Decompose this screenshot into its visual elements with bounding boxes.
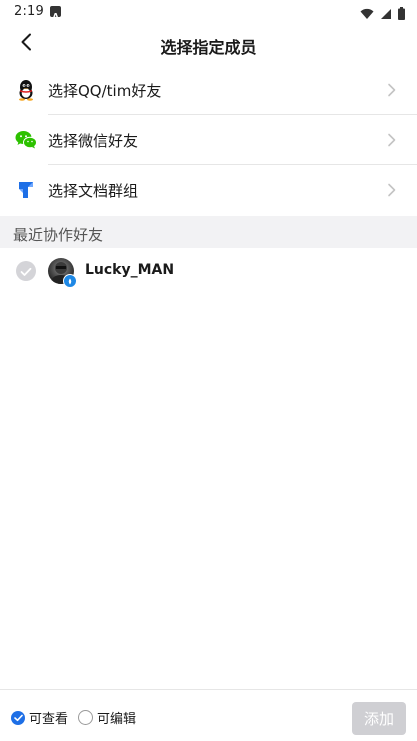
bottom-bar: 可查看 可编辑 添加 [0, 689, 417, 741]
section-title: 最近协作好友 [13, 226, 104, 244]
option-wechat-label: 选择微信好友 [48, 132, 139, 150]
wifi-icon [360, 5, 374, 24]
docs-group-icon [15, 179, 37, 201]
recent-collaborators-header: 最近协作好友 [0, 216, 417, 248]
status-time: 2:19 [14, 4, 44, 19]
unchecked-radio-icon [78, 710, 93, 725]
screen: 2:19 A 选择指定成员 选择QQ/tim好友 选择微信好友 选择文档群组 最… [0, 0, 417, 741]
add-button[interactable]: 添加 [352, 702, 406, 735]
member-source-options: 选择QQ/tim好友 选择微信好友 选择文档群组 [0, 64, 417, 214]
chevron-right-icon [387, 132, 397, 147]
option-doc-groups-label: 选择文档群组 [48, 182, 139, 200]
permission-edit-label: 可编辑 [97, 712, 137, 727]
signal-icon [380, 5, 392, 24]
title-bar: 选择指定成员 [0, 24, 417, 64]
checked-radio-icon [11, 710, 25, 725]
battery-icon [398, 5, 405, 24]
permission-edit-option[interactable]: 可编辑 [78, 708, 136, 727]
select-checkbox[interactable] [16, 261, 36, 281]
qq-penguin-icon [15, 79, 37, 101]
status-bar: 2:19 A [0, 0, 417, 24]
chevron-right-icon [387, 182, 397, 197]
option-doc-groups[interactable]: 选择文档群组 [0, 164, 417, 214]
permission-view-option[interactable]: 可查看 [11, 708, 68, 727]
wechat-icon [15, 129, 37, 151]
verified-badge-icon [63, 274, 77, 288]
check-icon [20, 262, 32, 281]
option-qq-label: 选择QQ/tim好友 [48, 82, 162, 100]
option-qq-friends[interactable]: 选择QQ/tim好友 [0, 64, 417, 114]
friend-name: Lucky_MAN [85, 262, 175, 278]
friend-row[interactable]: Lucky_MAN [0, 250, 417, 294]
chevron-right-icon [387, 82, 397, 97]
permission-view-label: 可查看 [29, 712, 69, 727]
option-wechat-friends[interactable]: 选择微信好友 [0, 114, 417, 164]
page-title: 选择指定成员 [160, 38, 257, 57]
status-icons [360, 5, 405, 24]
svg-text:A: A [53, 12, 60, 21]
notification-a-icon: A [50, 6, 61, 21]
